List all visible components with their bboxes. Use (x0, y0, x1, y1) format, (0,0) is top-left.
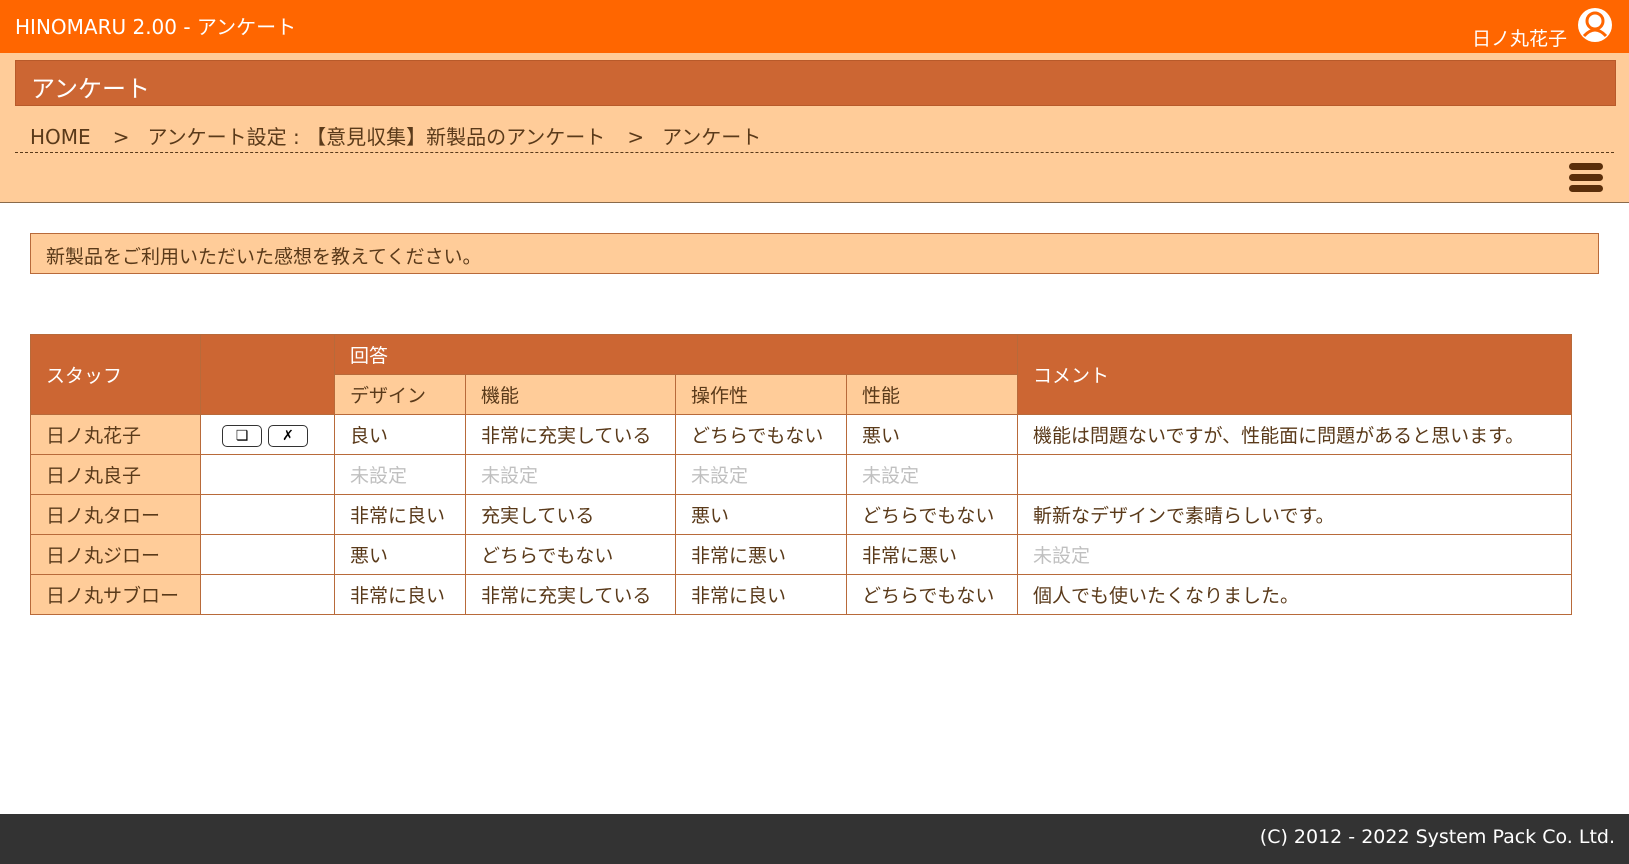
answer-function: どちらでもない (465, 534, 676, 575)
answer-function: 充実している (465, 494, 676, 535)
answer-usability: 非常に良い (675, 574, 847, 615)
row-actions: ❏ ✗ (200, 414, 335, 455)
header-comment: コメント (1017, 334, 1573, 415)
copyright: (C) 2012 - 2022 System Pack Co. Ltd. (1259, 826, 1615, 848)
row-actions (200, 574, 335, 615)
user-name[interactable]: 日ノ丸花子 (1472, 24, 1567, 51)
subheader-design: デザイン (334, 374, 466, 415)
subheader-function: 機能 (465, 374, 676, 415)
breadcrumb-survey-settings[interactable]: アンケート設定 : 【意見収集】新製品のアンケート (147, 125, 605, 149)
top-bar: HINOMARU 2.00 - アンケート 日ノ丸花子 (0, 0, 1629, 53)
staff-name: 日ノ丸ジロー (30, 534, 201, 575)
results-table: スタッフ 回答 コメント デザイン 機能 操作性 性能 日ノ丸花子 ❏ ✗ 良い 非常に… (30, 334, 1573, 615)
answer-design: 悪い (334, 534, 466, 575)
comment: 斬新なデザインで素晴らしいです。 (1017, 494, 1573, 535)
subheader-performance: 性能 (845, 374, 1019, 415)
staff-name: 日ノ丸花子 (30, 414, 201, 455)
row-actions (200, 454, 335, 495)
answer-usability: 非常に悪い (675, 534, 847, 575)
staff-name: 日ノ丸サブロー (30, 574, 201, 615)
answer-design: 非常に良い (334, 574, 466, 615)
answer-performance: 未設定 (845, 454, 1019, 495)
staff-name: 日ノ丸タロー (30, 494, 201, 535)
divider (15, 152, 1614, 153)
header-staff: スタッフ (30, 334, 201, 415)
breadcrumb: HOME > アンケート設定 : 【意見収集】新製品のアンケート > アンケート (30, 121, 761, 150)
breadcrumb-separator: > (627, 125, 645, 149)
header-actions (200, 334, 335, 415)
hamburger-menu-icon[interactable] (1569, 163, 1603, 195)
answer-design: 非常に良い (334, 494, 466, 535)
answer-performance: 悪い (845, 414, 1019, 455)
answer-usability: どちらでもない (675, 414, 847, 455)
answer-performance: 非常に悪い (845, 534, 1019, 575)
comment: 機能は問題ないですが、性能面に問題があると思います。 (1017, 414, 1573, 455)
row-actions (200, 534, 335, 575)
header-answers: 回答 (333, 334, 1019, 375)
staff-name: 日ノ丸良子 (30, 454, 201, 495)
table-row: 日ノ丸タロー 非常に良い 充実している 悪い どちらでもない 斬新なデザインで素晴らしいで… (30, 494, 1573, 535)
answer-function: 非常に充実している (465, 574, 676, 615)
table-row: 日ノ丸良子 未設定 未設定 未設定 未設定 (30, 454, 1573, 495)
page-title-bar: アンケート (15, 60, 1616, 106)
answer-performance: どちらでもない (845, 574, 1019, 615)
delete-button[interactable]: ✗ (268, 424, 308, 447)
answer-design: 未設定 (334, 454, 466, 495)
subheader-usability: 操作性 (675, 374, 847, 415)
row-actions (200, 494, 335, 535)
edit-button[interactable]: ❏ (222, 424, 262, 447)
answer-usability: 悪い (675, 494, 847, 535)
header-panel: アンケート HOME > アンケート設定 : 【意見収集】新製品のアンケート > アンケ… (0, 53, 1629, 203)
comment: 未設定 (1017, 534, 1573, 575)
comment (1017, 454, 1573, 495)
footer: (C) 2012 - 2022 System Pack Co. Ltd. (0, 814, 1629, 864)
breadcrumb-home[interactable]: HOME (30, 125, 91, 149)
question-text: 新製品をご利用いただいた感想を教えてください。 (46, 246, 482, 268)
user-icon[interactable] (1577, 7, 1613, 43)
breadcrumb-separator: > (112, 125, 130, 149)
answer-design: 良い (334, 414, 466, 455)
app-title: HINOMARU 2.00 - アンケート (15, 15, 297, 39)
answer-function: 未設定 (465, 454, 676, 495)
table-row: 日ノ丸花子 ❏ ✗ 良い 非常に充実している どちらでもない 悪い 機能は問題ないですが、性能… (30, 414, 1573, 455)
page-title: アンケート (31, 75, 151, 103)
table-row: 日ノ丸ジロー 悪い どちらでもない 非常に悪い 非常に悪い 未設定 (30, 534, 1573, 575)
answer-performance: どちらでもない (845, 494, 1019, 535)
question-box: 新製品をご利用いただいた感想を教えてください。 (30, 233, 1599, 274)
answer-usability: 未設定 (675, 454, 847, 495)
table-row: 日ノ丸サブロー 非常に良い 非常に充実している 非常に良い どちらでもない 個人でも使いた… (30, 574, 1573, 615)
breadcrumb-current: アンケート (662, 125, 762, 149)
comment: 個人でも使いたくなりました。 (1017, 574, 1573, 615)
answer-function: 非常に充実している (465, 414, 676, 455)
